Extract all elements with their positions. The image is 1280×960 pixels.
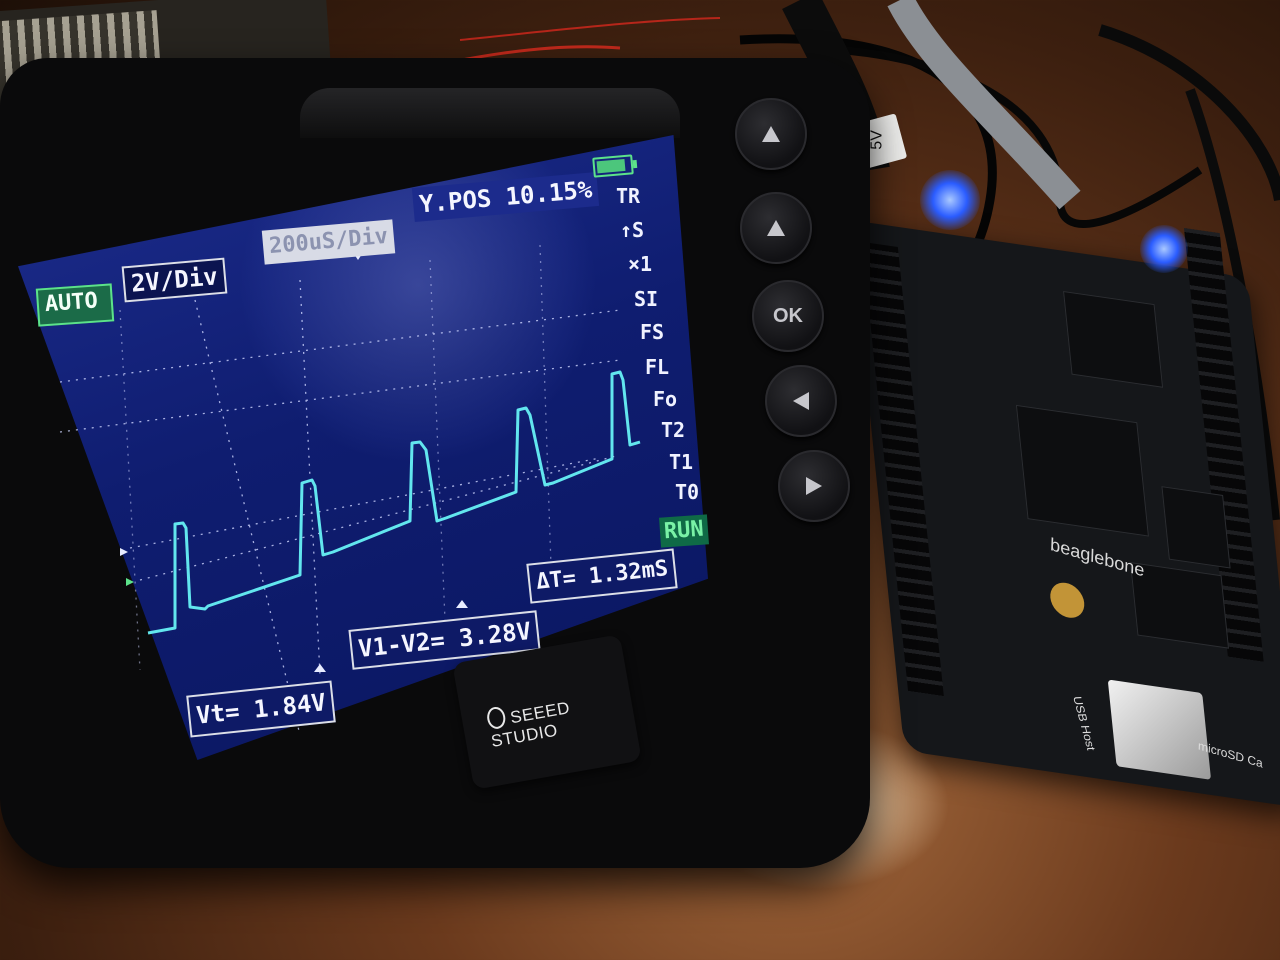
cursor-vertical-1 (194, 299, 301, 736)
ok-button[interactable]: OK (752, 280, 824, 352)
seeed-leaf-icon (485, 705, 508, 731)
side-menu-item[interactable]: T1 (669, 450, 693, 474)
arrow-up-icon-2 (767, 220, 785, 236)
arrow-up-icon (762, 126, 780, 142)
side-menu-item[interactable]: TR (616, 184, 640, 208)
cursor-vertical-2 (299, 279, 321, 676)
ch-marker-1 (120, 548, 128, 556)
mode-auto-label: AUTO (44, 288, 99, 318)
grid-line-v (429, 259, 446, 621)
battery-level (596, 158, 626, 174)
arrow-left-icon (793, 392, 809, 410)
ok-label: OK (773, 304, 803, 327)
battery-icon (592, 154, 634, 178)
grid-line (59, 359, 621, 433)
waveform-display (59, 244, 641, 736)
ch-marker-2 (126, 578, 134, 586)
brand-logo: SEEED STUDIO (485, 683, 635, 752)
side-menu-item[interactable]: ↑S (620, 218, 644, 242)
right-button[interactable] (778, 450, 850, 522)
grid-line-v (539, 244, 553, 596)
v1-marker (456, 600, 468, 608)
mode-auto-badge: AUTO (35, 283, 115, 327)
run-status-badge: RUN (659, 514, 709, 548)
vt-label: Vt= 1.84V (194, 688, 328, 730)
run-status-label: RUN (663, 516, 705, 545)
volts-div-label: 2V/Div (129, 262, 219, 298)
left-button[interactable] (765, 365, 837, 437)
side-menu-item[interactable]: FL (645, 355, 669, 379)
delta-t-label: ΔT= 1.32mS (535, 556, 670, 595)
side-menu-item[interactable]: T0 (675, 480, 699, 504)
v2-marker (314, 664, 326, 672)
grid-line (129, 457, 601, 549)
grid-line-v (119, 309, 141, 671)
side-menu-item[interactable]: Fo (653, 387, 677, 411)
side-menu-item[interactable]: SI (634, 287, 658, 311)
arrow-right-icon (806, 477, 822, 495)
side-menu-item[interactable]: ×1 (628, 252, 652, 276)
up-button[interactable] (735, 98, 807, 170)
side-menu-item[interactable]: FS (640, 320, 664, 344)
grid-line (59, 309, 621, 383)
time-div-label: 200uS/Div (268, 223, 390, 260)
up-button-2[interactable] (740, 192, 812, 264)
side-menu-item[interactable]: T2 (661, 418, 685, 442)
